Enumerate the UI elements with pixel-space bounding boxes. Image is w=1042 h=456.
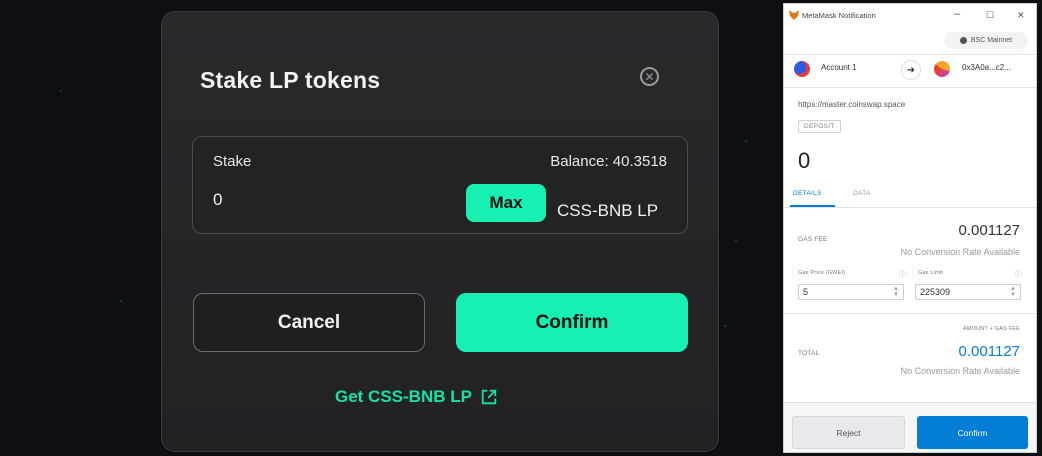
- account-avatar: [794, 61, 810, 77]
- external-link-icon: [481, 389, 497, 405]
- get-lp-link-label: Get CSS-BNB LP: [335, 387, 472, 406]
- method-badge: DEPOSIT: [798, 120, 841, 133]
- divider: [784, 207, 1036, 208]
- metamask-fox-icon: [789, 10, 799, 20]
- divider: [784, 54, 1036, 55]
- total-value: 0.001127: [958, 343, 1020, 360]
- close-window-icon[interactable]: ✕: [1017, 10, 1025, 21]
- modal-title: Stake LP tokens: [200, 67, 381, 93]
- gas-fee-value: 0.001127: [958, 222, 1020, 239]
- reject-button[interactable]: Reject: [792, 416, 905, 449]
- window-titlebar: MetaMask Notification – ☐ ✕: [784, 4, 1036, 26]
- gas-limit-input[interactable]: 225309 ▲ ▼: [915, 284, 1021, 300]
- total-label: TOTAL: [798, 350, 820, 357]
- stake-label: Stake: [213, 153, 252, 170]
- background-dot: [60, 90, 62, 92]
- stepper-icon[interactable]: ▲ ▼: [893, 286, 899, 298]
- token-label: CSS-BNB LP: [557, 201, 659, 220]
- minimize-icon[interactable]: –: [954, 8, 960, 20]
- gas-price-label: Gas Price (GWEI): [798, 270, 846, 276]
- get-lp-link[interactable]: Get CSS-BNB LP: [335, 387, 498, 407]
- window-title: MetaMask Notification: [802, 11, 876, 20]
- recipient-avatar: [934, 61, 950, 77]
- divider: [784, 313, 1036, 314]
- network-icon: [959, 37, 967, 44]
- background-dot: [745, 140, 747, 142]
- metamask-window: MetaMask Notification – ☐ ✕ BSC Mainnet …: [783, 3, 1037, 453]
- background-dot: [735, 240, 737, 242]
- stake-lp-modal: Stake LP tokens ✕ Stake Balance: 40.3518…: [161, 11, 719, 452]
- balance-text: Balance: 40.3518: [550, 153, 667, 170]
- origin-url: https://master.coinswap.space: [798, 100, 906, 109]
- cancel-button[interactable]: Cancel: [193, 293, 425, 352]
- stake-input-panel: Stake Balance: 40.3518 Max CSS-BNB LP: [192, 136, 688, 234]
- info-icon[interactable]: ⓘ: [1015, 269, 1022, 279]
- background-dot: [120, 300, 122, 302]
- network-name: BSC Mainnet: [970, 37, 1013, 44]
- confirm-button[interactable]: Confirm: [456, 293, 688, 352]
- transaction-amount: 0: [798, 148, 811, 173]
- arrow-right-icon: ➜: [901, 60, 921, 80]
- close-icon[interactable]: ✕: [640, 67, 659, 86]
- gas-fee-conversion: No Conversion Rate Available: [900, 247, 1020, 257]
- to-address: 0x3A0a...c2...: [962, 63, 1011, 72]
- max-button[interactable]: Max: [466, 184, 546, 222]
- metamask-confirm-button[interactable]: Confirm: [917, 416, 1028, 449]
- background-dot: [724, 325, 726, 327]
- tab-data[interactable]: DATA: [853, 190, 871, 197]
- tab-details[interactable]: DETAILS: [793, 190, 822, 197]
- total-conversion: No Conversion Rate Available: [900, 366, 1020, 376]
- stake-amount-input[interactable]: [213, 189, 413, 211]
- divider: [784, 87, 1036, 88]
- amount-gas-label: AMOUNT + GAS FEE: [962, 326, 1020, 332]
- network-selector[interactable]: BSC Mainnet: [944, 32, 1028, 49]
- from-account: Account 1: [821, 63, 857, 72]
- gas-limit-label: Gas Limit: [918, 270, 944, 276]
- gas-price-value: 5: [803, 287, 809, 297]
- action-footer: Reject Confirm: [784, 402, 1036, 452]
- maximize-icon[interactable]: ☐: [986, 10, 994, 21]
- info-icon[interactable]: ⓘ: [899, 269, 906, 279]
- stepper-icon[interactable]: ▲ ▼: [1010, 286, 1016, 298]
- gas-fee-label: GAS FEE: [798, 236, 828, 243]
- gas-limit-value: 225309: [920, 287, 951, 297]
- gas-price-input[interactable]: 5 ▲ ▼: [798, 284, 904, 300]
